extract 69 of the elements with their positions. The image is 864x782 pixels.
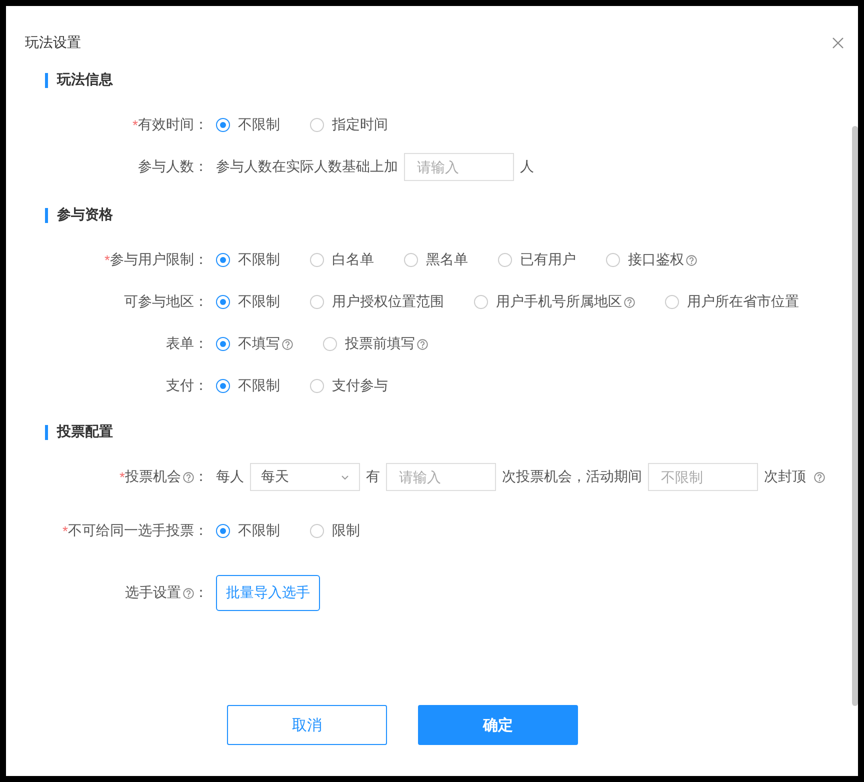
field-text: 参与人数在实际人数基础上加 bbox=[216, 158, 398, 176]
section-marker bbox=[45, 208, 48, 222]
chevron-icon bbox=[341, 474, 349, 480]
section-title: 投票配置 bbox=[57, 423, 113, 441]
option-label[interactable]: 不限制 bbox=[238, 251, 280, 269]
field-label: 参与用户限制： bbox=[110, 251, 208, 269]
option-label[interactable]: 已有用户 bbox=[520, 251, 576, 269]
field-label: 支付： bbox=[166, 377, 208, 395]
option-label[interactable]: 限制 bbox=[332, 522, 360, 540]
section-title: 玩法信息 bbox=[57, 71, 113, 89]
option-label[interactable]: 接口鉴权 bbox=[628, 251, 684, 269]
field-text: 次封顶 bbox=[764, 468, 806, 486]
field-label: 表单： bbox=[166, 335, 208, 353]
option-label[interactable]: 不填写 bbox=[238, 335, 280, 353]
label-colon: ： bbox=[194, 468, 208, 486]
radio-button[interactable] bbox=[216, 118, 230, 132]
required-mark: * bbox=[120, 469, 125, 485]
label-colon: ： bbox=[194, 584, 208, 602]
required-mark: * bbox=[62, 523, 68, 539]
option-label[interactable]: 用户手机号所属地区 bbox=[496, 293, 622, 311]
select-field[interactable]: 每天 bbox=[250, 463, 360, 491]
field-label: 有效时间： bbox=[138, 116, 208, 134]
radio-button[interactable] bbox=[216, 295, 230, 309]
radio-button[interactable] bbox=[323, 337, 337, 351]
field-label: 投票机会 bbox=[125, 468, 181, 486]
field-text: 有 bbox=[366, 468, 380, 486]
radio-button[interactable] bbox=[606, 253, 620, 267]
required-mark: * bbox=[104, 252, 110, 268]
section-marker bbox=[45, 72, 48, 88]
section-title: 参与资格 bbox=[57, 206, 113, 224]
field-text: 每人 bbox=[216, 468, 244, 486]
close-icon[interactable] bbox=[832, 37, 844, 49]
radio-button[interactable] bbox=[310, 379, 324, 393]
radio-button[interactable] bbox=[216, 253, 230, 267]
radio-button[interactable] bbox=[216, 337, 230, 351]
input-field[interactable]: 请输入 bbox=[386, 463, 496, 491]
radio-button[interactable] bbox=[404, 253, 418, 267]
radio-button[interactable] bbox=[498, 253, 512, 267]
field-label: 参与人数： bbox=[138, 158, 208, 176]
field-text: 次投票机会，活动期间 bbox=[502, 468, 642, 486]
field-label: 选手设置 bbox=[125, 584, 181, 602]
section-marker bbox=[45, 424, 48, 440]
radio-button[interactable] bbox=[216, 524, 230, 538]
option-label[interactable]: 用户授权位置范围 bbox=[332, 293, 444, 311]
field-label: 可参与地区： bbox=[124, 293, 208, 311]
radio-button[interactable] bbox=[310, 524, 324, 538]
option-label[interactable]: 不限制 bbox=[238, 116, 280, 134]
dialog-title: 玩法设置 bbox=[25, 34, 81, 52]
radio-button[interactable] bbox=[310, 295, 324, 309]
option-label[interactable]: 支付参与 bbox=[332, 377, 388, 395]
option-label[interactable]: 不限制 bbox=[238, 377, 280, 395]
option-label[interactable]: 指定时间 bbox=[332, 116, 388, 134]
option-label[interactable]: 投票前填写 bbox=[345, 335, 415, 353]
radio-button[interactable] bbox=[310, 253, 324, 267]
option-label[interactable]: 不限制 bbox=[238, 293, 280, 311]
option-label[interactable]: 黑名单 bbox=[426, 251, 468, 269]
input-field[interactable]: 请输入 bbox=[404, 153, 514, 181]
required-mark: * bbox=[132, 117, 138, 133]
radio-button[interactable] bbox=[665, 295, 679, 309]
radio-button[interactable] bbox=[310, 118, 324, 132]
field-label: 不可给同一选手投票： bbox=[68, 522, 208, 540]
option-label[interactable]: 用户所在省市位置 bbox=[687, 293, 799, 311]
radio-button[interactable] bbox=[216, 379, 230, 393]
scrollbar[interactable] bbox=[852, 126, 858, 706]
option-label[interactable]: 不限制 bbox=[238, 522, 280, 540]
option-label[interactable]: 白名单 bbox=[332, 251, 374, 269]
radio-button[interactable] bbox=[474, 295, 488, 309]
input-field[interactable]: 不限制 bbox=[648, 463, 758, 491]
field-text: 人 bbox=[520, 158, 534, 176]
